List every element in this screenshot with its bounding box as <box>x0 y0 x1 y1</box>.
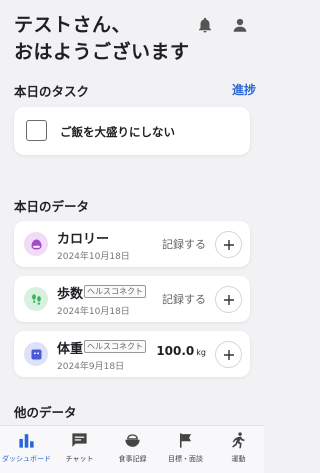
scale-icon <box>24 342 48 366</box>
weight-value: 100.0 kg <box>156 344 206 358</box>
nav-goals-interview-label: 目標・面談 <box>168 455 203 463</box>
greeting: テストさん、 おはようございます <box>14 12 190 66</box>
dashboard-icon <box>19 434 34 448</box>
progress-link[interactable]: 進捗 <box>232 81 256 98</box>
nav-chat-label: チャット <box>65 455 94 463</box>
account-icon[interactable] <box>231 16 249 34</box>
nav-dashboard[interactable]: ダッシュボード <box>0 426 53 473</box>
greeting-line2: おはようございます <box>14 41 190 63</box>
chat-icon <box>72 433 87 447</box>
calorie-card[interactable]: カロリー 2024年10月18日 記録する <box>14 221 250 267</box>
steps-record-button[interactable]: 記録する <box>162 291 206 307</box>
other-data-section-title: 他のデータ <box>14 405 77 420</box>
exercise-icon <box>232 432 245 449</box>
weight-add-button[interactable] <box>215 341 242 368</box>
today-data-section-title: 本日のデータ <box>14 199 90 214</box>
bottom-navigation: ダッシュボード チャット 食事記録 目標・面談 運動 <box>0 425 264 473</box>
bell-icon[interactable] <box>196 16 214 34</box>
calorie-record-button[interactable]: 記録する <box>162 236 206 252</box>
weight-value-number: 100.0 <box>156 344 195 358</box>
weight-health-connect-tag: ヘルスコネクト <box>84 340 146 353</box>
steps-add-button[interactable] <box>215 286 242 313</box>
steps-health-connect-tag: ヘルスコネクト <box>84 285 146 298</box>
nav-chat[interactable]: チャット <box>53 426 106 473</box>
steps-title: 歩数 <box>57 287 84 302</box>
plus-icon <box>223 294 234 305</box>
calorie-title: カロリー <box>57 232 110 247</box>
flag-icon <box>179 433 192 448</box>
nav-dashboard-label: ダッシュボード <box>2 455 51 463</box>
nav-meal-log-label: 食事記録 <box>118 455 147 463</box>
steps-date: 2024年10月18日 <box>57 307 130 317</box>
footprints-icon <box>24 287 48 311</box>
nav-exercise[interactable]: 運動 <box>212 426 265 473</box>
task-label: ご飯を大盛りにしない <box>60 125 175 139</box>
plus-icon <box>223 239 234 250</box>
weight-title: 体重 <box>57 342 84 357</box>
rice-icon <box>24 232 48 256</box>
calorie-add-button[interactable] <box>215 231 242 258</box>
calorie-date: 2024年10月18日 <box>57 252 130 262</box>
steps-card[interactable]: 歩数 ヘルスコネクト 2024年10月18日 記録する <box>14 276 250 322</box>
meal-icon <box>125 434 140 447</box>
task-checkbox[interactable] <box>26 120 47 141</box>
weight-card[interactable]: 体重 ヘルスコネクト 2024年9月18日 100.0 kg <box>14 331 250 377</box>
tasks-section-title: 本日のタスク <box>14 84 90 99</box>
header: テストさん、 おはようございます <box>0 0 264 80</box>
greeting-line1: テストさん、 <box>14 14 132 36</box>
nav-goals-interview[interactable]: 目標・面談 <box>159 426 212 473</box>
nav-meal-log[interactable]: 食事記録 <box>106 426 159 473</box>
weight-unit: kg <box>196 348 206 357</box>
nav-exercise-label: 運動 <box>231 455 246 463</box>
weight-date: 2024年9月18日 <box>57 362 125 372</box>
plus-icon <box>223 349 234 360</box>
task-item[interactable]: ご飯を大盛りにしない <box>14 107 250 155</box>
